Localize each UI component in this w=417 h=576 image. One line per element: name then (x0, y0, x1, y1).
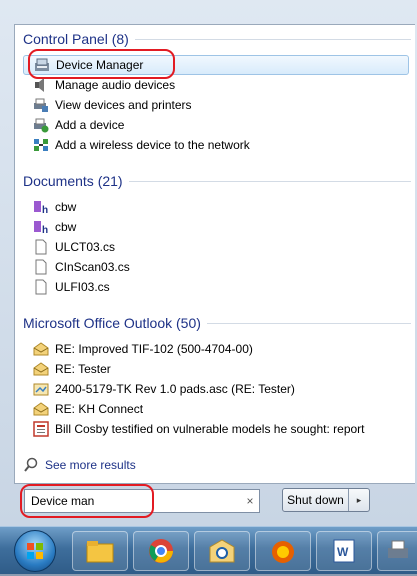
see-more-label: See more results (45, 458, 136, 472)
result-email-3[interactable]: 2400-5179-TK Rev 1.0 pads.asc (RE: Teste… (23, 379, 409, 399)
email-icon (33, 341, 49, 357)
divider (134, 38, 411, 40)
attachment-file-icon (33, 381, 49, 397)
group-title: Microsoft Office Outlook (50) (23, 315, 201, 331)
result-label: Add a wireless device to the network (55, 138, 250, 152)
svg-text:h: h (42, 205, 48, 215)
result-email-4[interactable]: RE: KH Connect (23, 399, 409, 419)
result-label: View devices and printers (55, 98, 192, 112)
result-label: Add a device (55, 118, 125, 132)
shutdown-button[interactable]: Shut down ▸ (282, 488, 370, 512)
clear-search-button[interactable]: × (241, 494, 259, 508)
wireless-network-icon (33, 137, 49, 153)
result-label: Manage audio devices (55, 78, 176, 92)
result-label: ULCT03.cs (55, 240, 116, 254)
result-label: Device Manager (56, 58, 144, 72)
result-email-5[interactable]: Bill Cosby testified on vulnerable model… (23, 419, 409, 439)
search-input[interactable]: Device man × (24, 489, 260, 513)
group-header-control-panel[interactable]: Control Panel (8) (23, 29, 415, 49)
add-device-icon (33, 117, 49, 133)
result-label: ULFI03.cs (55, 280, 110, 294)
search-input-value: Device man (31, 494, 95, 508)
result-view-devices-printers[interactable]: View devices and printers (23, 95, 409, 115)
device-manager-icon (34, 57, 50, 73)
result-label: cbw (55, 220, 77, 234)
shutdown-options-arrow[interactable]: ▸ (349, 495, 369, 506)
result-cinscan03[interactable]: CInScan03.cs (23, 257, 409, 277)
email-icon (33, 401, 49, 417)
svg-text:h: h (42, 225, 48, 235)
result-ulfi03[interactable]: ULFI03.cs (23, 277, 409, 297)
chrome-icon[interactable] (133, 531, 189, 571)
email-icon (33, 361, 49, 377)
group-header-documents[interactable]: Documents (21) (23, 171, 415, 191)
divider (206, 322, 411, 324)
document-file-icon (33, 259, 49, 275)
group-header-outlook[interactable]: Microsoft Office Outlook (50) (23, 313, 415, 333)
outlook-icon[interactable] (194, 531, 250, 571)
divider (128, 180, 411, 182)
windows-start-icon[interactable] (14, 530, 56, 572)
news-item-icon (33, 421, 49, 437)
result-email-2[interactable]: RE: Tester (23, 359, 409, 379)
firefox-icon[interactable] (255, 531, 311, 571)
result-label: cbw (55, 200, 77, 214)
result-label: RE: KH Connect (55, 402, 144, 416)
header-file-icon: h (33, 199, 49, 215)
printer-icon[interactable] (377, 531, 417, 571)
result-label: CInScan03.cs (55, 260, 130, 274)
group-title: Documents (21) (23, 173, 123, 189)
word-icon[interactable]: W (316, 531, 372, 571)
result-cbw-1[interactable]: h cbw (23, 197, 409, 217)
printer-icon (33, 97, 49, 113)
result-add-wireless-device[interactable]: Add a wireless device to the network (23, 135, 409, 155)
result-device-manager[interactable]: Device Manager (23, 55, 409, 75)
result-email-1[interactable]: RE: Improved TIF-102 (500-4704-00) (23, 339, 409, 359)
group-title: Control Panel (8) (23, 31, 129, 47)
result-manage-audio-devices[interactable]: Manage audio devices (23, 75, 409, 95)
search-icon (23, 457, 39, 473)
result-cbw-2[interactable]: h cbw (23, 217, 409, 237)
search-results-panel: Control Panel (8) Device Manager Manage … (14, 24, 415, 484)
result-label: RE: Improved TIF-102 (500-4704-00) (55, 342, 253, 356)
document-file-icon (33, 239, 49, 255)
shutdown-label: Shut down (283, 489, 349, 511)
taskbar: W (0, 526, 417, 574)
result-add-device[interactable]: Add a device (23, 115, 409, 135)
header-file-icon: h (33, 219, 49, 235)
document-file-icon (33, 279, 49, 295)
file-explorer-icon[interactable] (72, 531, 128, 571)
start-menu: Control Panel (8) Device Manager Manage … (0, 0, 417, 526)
svg-text:W: W (337, 545, 349, 559)
speaker-icon (33, 77, 49, 93)
result-label: RE: Tester (55, 362, 111, 376)
result-ulct03[interactable]: ULCT03.cs (23, 237, 409, 257)
result-label: Bill Cosby testified on vulnerable model… (55, 422, 365, 436)
see-more-results-link[interactable]: See more results (23, 455, 136, 475)
result-label: 2400-5179-TK Rev 1.0 pads.asc (RE: Teste… (55, 382, 295, 396)
